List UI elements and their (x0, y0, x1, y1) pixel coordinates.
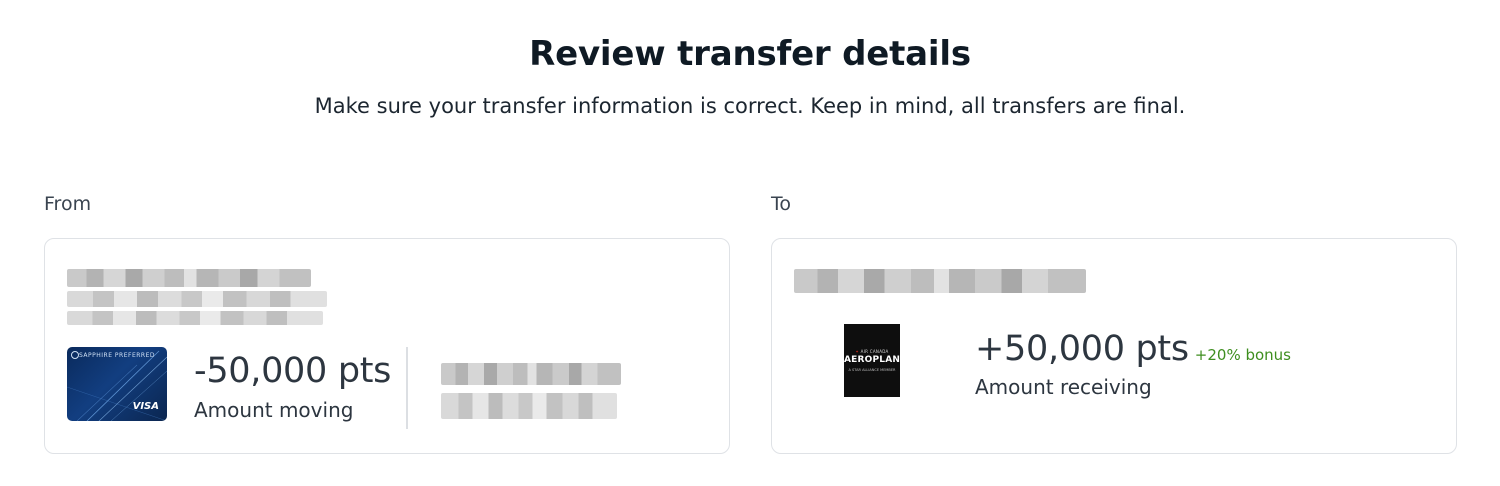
page-subtitle: Make sure your transfer information is c… (314, 94, 1186, 118)
redacted-card-name (441, 363, 621, 385)
amount-receiving-caption: Amount receiving (975, 375, 1152, 399)
partner-top-text: AIR CANADA (860, 349, 889, 354)
amount-receiving-row: +50,000 pts +20% bonus (975, 329, 1291, 369)
bonus-badge: +20% bonus (1194, 346, 1292, 364)
amount-moving-value: -50,000 pts (194, 351, 392, 391)
maple-leaf-icon: ✦ (855, 349, 860, 354)
page-title: Review transfer details (529, 34, 971, 74)
to-section-label: To (771, 193, 792, 215)
amount-moving-caption: Amount moving (194, 398, 354, 422)
card-logo-icon (71, 351, 79, 359)
from-section-label: From (44, 193, 92, 215)
redacted-account-details (67, 291, 327, 307)
credit-card-image: SAPPHIRE PREFERRED VISA (67, 347, 167, 421)
visa-logo: VISA (132, 401, 159, 412)
to-account-panel: ✦ AIR CANADA AEROPLAN A STAR ALLIANCE ME… (771, 238, 1457, 454)
redacted-account-number (67, 311, 323, 325)
redacted-account-name (67, 269, 311, 287)
from-account-panel: SAPPHIRE PREFERRED VISA -50,000 pts Amou… (44, 238, 730, 454)
partner-name: AEROPLAN (844, 355, 901, 365)
partner-bottom-text: A STAR ALLIANCE MEMBER (848, 368, 896, 372)
aeroplan-logo: ✦ AIR CANADA AEROPLAN A STAR ALLIANCE ME… (844, 324, 900, 397)
redacted-card-balance (441, 393, 617, 419)
card-brand-text: SAPPHIRE PREFERRED (79, 352, 155, 359)
vertical-divider (406, 347, 408, 429)
redacted-partner-account (794, 269, 1086, 293)
amount-receiving-value: +50,000 pts (975, 329, 1189, 369)
